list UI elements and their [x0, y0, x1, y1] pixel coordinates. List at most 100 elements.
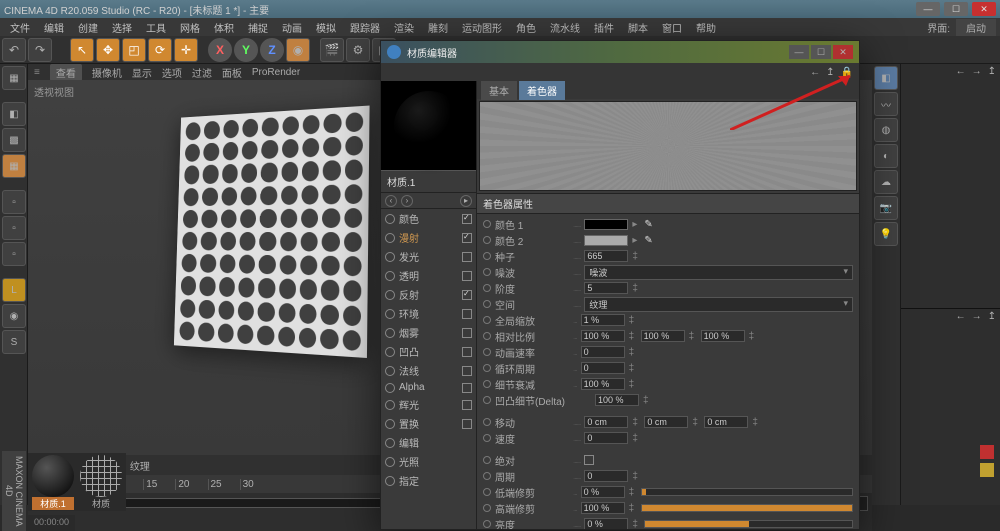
color1-swatch[interactable]	[584, 219, 628, 230]
move-tool[interactable]: ✥	[96, 38, 120, 62]
generator-icon[interactable]: ◍	[874, 118, 898, 142]
tab-basic[interactable]: 基本	[481, 81, 517, 100]
dlg-lock-icon[interactable]: 🔒	[841, 67, 853, 78]
dialog-titlebar[interactable]: 材质编辑器 — ☐ ✕	[381, 41, 859, 63]
dialog-maximize-button[interactable]: ☐	[811, 45, 831, 59]
octaves-input[interactable]: 5	[584, 282, 628, 294]
redo-button[interactable]: ↷	[28, 38, 52, 62]
menu-plugins[interactable]: 插件	[588, 18, 620, 37]
menu-char[interactable]: 角色	[510, 18, 542, 37]
material-preview[interactable]	[381, 81, 476, 171]
highclip-input[interactable]: 100 %	[581, 502, 625, 514]
preview-menu-button[interactable]: ▸	[460, 195, 472, 207]
rely-input[interactable]: 100 %	[641, 330, 685, 342]
menu-volume[interactable]: 体积	[208, 18, 240, 37]
movex-input[interactable]: 0 cm	[584, 416, 628, 428]
menu-sim[interactable]: 模拟	[310, 18, 342, 37]
matmenu-tex[interactable]: 纹理	[130, 458, 150, 473]
bright-slider[interactable]	[644, 520, 853, 528]
camera-icon[interactable]: 📷	[874, 196, 898, 220]
tab-shader[interactable]: 着色器	[519, 81, 565, 100]
light-icon[interactable]: 💡	[874, 222, 898, 246]
make-editable-icon[interactable]: ▦	[2, 66, 26, 90]
environment-icon[interactable]: ☁	[874, 170, 898, 194]
rotate-tool[interactable]: ⟳	[148, 38, 172, 62]
space-dropdown[interactable]: 纹理	[584, 297, 853, 312]
color2-picker-icon[interactable]: ✎	[644, 235, 652, 246]
layout-selector[interactable]: 启动	[956, 19, 996, 36]
menu-mesh[interactable]: 网格	[174, 18, 206, 37]
coord-sys[interactable]: ◉	[286, 38, 310, 62]
lowclip-slider[interactable]	[641, 488, 853, 496]
color1-picker-icon[interactable]: ✎	[644, 219, 652, 230]
view-tab-camera[interactable]: 摄像机	[92, 65, 122, 80]
period-input[interactable]: 0	[584, 470, 628, 482]
channel-反射[interactable]: 反射	[381, 285, 476, 304]
seed-input[interactable]: 665	[584, 250, 628, 262]
menu-window[interactable]: 窗口	[656, 18, 688, 37]
workplane-mode[interactable]: ▦	[2, 154, 26, 178]
dialog-minimize-button[interactable]: —	[789, 45, 809, 59]
movey-input[interactable]: 0 cm	[644, 416, 688, 428]
channel-透明[interactable]: 透明	[381, 266, 476, 285]
menu-pipe[interactable]: 流水线	[544, 18, 586, 37]
speed-input[interactable]: 0	[584, 432, 628, 444]
lowclip-input[interactable]: 0 %	[581, 486, 625, 498]
channel-环境[interactable]: 环境	[381, 304, 476, 323]
edge-mode[interactable]: ▫	[2, 216, 26, 240]
deformer-icon[interactable]: ◐	[874, 144, 898, 168]
poly-mode[interactable]: ▫	[2, 242, 26, 266]
channel-漫射[interactable]: 漫射	[381, 228, 476, 247]
select-tool[interactable]: ↖	[70, 38, 94, 62]
menu-script[interactable]: 脚本	[622, 18, 654, 37]
material-label-1[interactable]: 材质.1	[32, 497, 74, 510]
menu-select[interactable]: 选择	[106, 18, 138, 37]
channel-指定[interactable]: 指定	[381, 471, 476, 490]
panel2-nav-back-icon[interactable]: ←	[956, 311, 966, 320]
material-label-2[interactable]: 材质	[80, 497, 122, 510]
viewport-solo[interactable]: ◉	[2, 304, 26, 328]
highclip-slider[interactable]	[641, 504, 853, 512]
preview-next-button[interactable]: ›	[401, 195, 413, 207]
relz-input[interactable]: 100 %	[701, 330, 745, 342]
record-key-icon[interactable]	[980, 445, 994, 459]
axis-x[interactable]: X	[208, 38, 232, 62]
menu-edit[interactable]: 编辑	[38, 18, 70, 37]
channel-编辑[interactable]: 编辑	[381, 433, 476, 452]
bright-input[interactable]: 0 %	[584, 518, 628, 529]
panel-nav-back-icon[interactable]: ←	[956, 66, 966, 76]
render-view-button[interactable]: 🎬	[320, 38, 344, 62]
channel-辉光[interactable]: 辉光	[381, 395, 476, 414]
menu-render[interactable]: 渲染	[388, 18, 420, 37]
channel-烟雾[interactable]: 烟雾	[381, 323, 476, 342]
render-settings-button[interactable]: ⚙	[346, 38, 370, 62]
minimize-button[interactable]: —	[916, 2, 940, 16]
loop-input[interactable]: 0	[581, 362, 625, 374]
autokey-icon[interactable]	[980, 463, 994, 477]
dlg-nav-back-icon[interactable]: ←	[810, 67, 820, 78]
channel-置换[interactable]: 置换	[381, 414, 476, 433]
menu-mograph[interactable]: 运动图形	[456, 18, 508, 37]
relx-input[interactable]: 100 %	[581, 330, 625, 342]
panel2-nav-up-icon[interactable]: ↥	[988, 311, 996, 320]
channel-法线[interactable]: 法线	[381, 361, 476, 380]
color2-swatch[interactable]	[584, 235, 628, 246]
panel2-nav-fwd-icon[interactable]: →	[972, 311, 982, 320]
view-tab-filter[interactable]: 过滤	[192, 65, 212, 80]
spline-icon[interactable]: 〰	[874, 92, 898, 116]
channel-光照[interactable]: 光照	[381, 452, 476, 471]
menu-sculpt[interactable]: 雕刻	[422, 18, 454, 37]
scale-tool[interactable]: ◰	[122, 38, 146, 62]
preview-prev-button[interactable]: ‹	[385, 195, 397, 207]
detail-input[interactable]: 100 %	[581, 378, 625, 390]
dialog-close-button[interactable]: ✕	[833, 45, 853, 59]
noise-dropdown[interactable]: 噪波	[584, 265, 853, 280]
dlg-nav-up-icon[interactable]: ↥	[826, 67, 834, 78]
snap-toggle[interactable]: S	[2, 330, 26, 354]
channel-发光[interactable]: 发光	[381, 247, 476, 266]
texture-mode[interactable]: ▩	[2, 128, 26, 152]
menu-create[interactable]: 创建	[72, 18, 104, 37]
material-preview-2[interactable]	[80, 455, 122, 497]
view-tab-prorender[interactable]: ProRender	[252, 67, 300, 78]
panel-nav-fwd-icon[interactable]: →	[972, 66, 982, 76]
